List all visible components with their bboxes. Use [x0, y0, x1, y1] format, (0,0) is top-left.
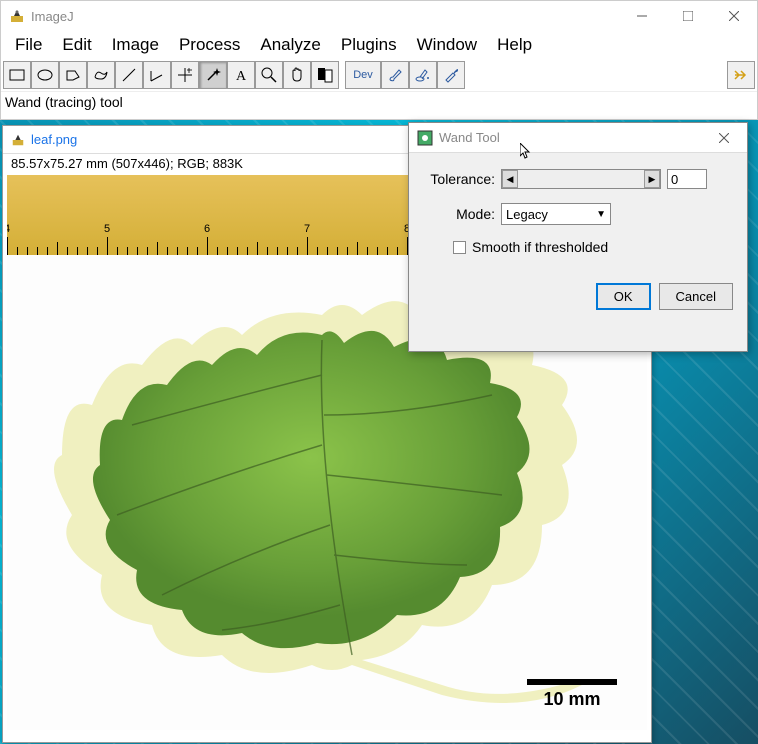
- imagej-icon: [11, 133, 25, 147]
- wand-tool-dialog: Wand Tool Tolerance: ◀ ▶ Mode: Legacy ▼: [408, 122, 748, 352]
- wand-dialog-icon: [417, 130, 433, 146]
- dialog-titlebar[interactable]: Wand Tool: [409, 123, 747, 153]
- tolerance-track[interactable]: [518, 170, 644, 188]
- dropper-tool[interactable]: [437, 61, 465, 89]
- menu-plugins[interactable]: Plugins: [333, 33, 405, 57]
- tolerance-label: Tolerance:: [423, 171, 501, 187]
- minimize-button[interactable]: [619, 1, 665, 31]
- menu-image[interactable]: Image: [104, 33, 167, 57]
- ok-button[interactable]: OK: [596, 283, 651, 310]
- mode-label: Mode:: [423, 206, 501, 222]
- color-picker-tool[interactable]: [311, 61, 339, 89]
- dialog-close-button[interactable]: [709, 123, 739, 153]
- menu-edit[interactable]: Edit: [54, 33, 99, 57]
- close-button[interactable]: [711, 1, 757, 31]
- image-title: leaf.png: [31, 132, 77, 147]
- cancel-button[interactable]: Cancel: [659, 283, 733, 310]
- brush-tool[interactable]: [381, 61, 409, 89]
- main-title: ImageJ: [31, 9, 619, 24]
- tolerance-decrement[interactable]: ◀: [502, 170, 518, 188]
- flood-fill-tool[interactable]: [409, 61, 437, 89]
- menubar: File Edit Image Process Analyze Plugins …: [1, 31, 757, 59]
- line-tool[interactable]: [115, 61, 143, 89]
- zoom-tool[interactable]: [255, 61, 283, 89]
- hand-tool[interactable]: [283, 61, 311, 89]
- menu-window[interactable]: Window: [409, 33, 485, 57]
- dev-tool[interactable]: Dev: [345, 61, 381, 89]
- mode-select[interactable]: Legacy ▼: [501, 203, 611, 225]
- imagej-icon: [9, 8, 25, 24]
- polygon-tool[interactable]: [59, 61, 87, 89]
- tolerance-increment[interactable]: ▶: [644, 170, 660, 188]
- status-bar: Wand (tracing) tool: [1, 91, 757, 112]
- tolerance-slider[interactable]: ◀ ▶: [501, 169, 661, 189]
- freehand-tool[interactable]: [87, 61, 115, 89]
- text-tool[interactable]: A: [227, 61, 255, 89]
- wand-tool[interactable]: [199, 61, 227, 89]
- scale-bar: 10 mm: [527, 679, 617, 710]
- point-tool[interactable]: [171, 61, 199, 89]
- main-titlebar[interactable]: ImageJ: [1, 1, 757, 31]
- svg-text:A: A: [236, 69, 247, 84]
- oval-tool[interactable]: [31, 61, 59, 89]
- menu-process[interactable]: Process: [171, 33, 248, 57]
- menu-help[interactable]: Help: [489, 33, 540, 57]
- maximize-button[interactable]: [665, 1, 711, 31]
- menu-file[interactable]: File: [7, 33, 50, 57]
- angle-tool[interactable]: [143, 61, 171, 89]
- smooth-label: Smooth if thresholded: [472, 239, 608, 255]
- more-tools[interactable]: [727, 61, 755, 89]
- tolerance-input[interactable]: [667, 169, 707, 189]
- dialog-title: Wand Tool: [439, 130, 709, 145]
- chevron-down-icon: ▼: [596, 209, 606, 220]
- menu-analyze[interactable]: Analyze: [252, 33, 328, 57]
- imagej-main-window: ImageJ File Edit Image Process Analyze P…: [0, 0, 758, 120]
- rectangle-tool[interactable]: [3, 61, 31, 89]
- toolbar: A Dev: [1, 59, 757, 91]
- smooth-checkbox[interactable]: [453, 241, 466, 254]
